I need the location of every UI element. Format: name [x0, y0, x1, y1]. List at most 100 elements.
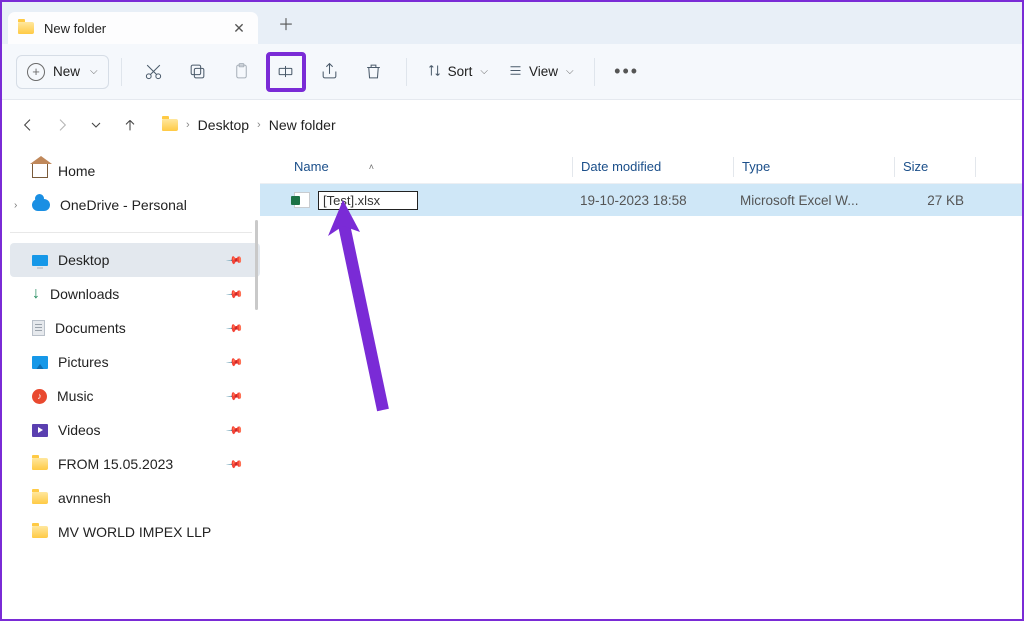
plus-icon: + — [27, 63, 45, 81]
paste-button — [222, 52, 262, 92]
breadcrumb-current[interactable]: New folder — [269, 117, 336, 133]
file-row[interactable]: [Test].xlsx 19-10-2023 18:58 Microsoft E… — [260, 184, 1022, 216]
new-label: New — [53, 64, 80, 79]
cloud-icon — [32, 199, 50, 211]
pin-icon: 📌 — [226, 353, 245, 372]
video-icon — [32, 424, 48, 437]
nav-home[interactable]: Home — [10, 154, 260, 188]
ellipsis-icon: ••• — [614, 61, 639, 82]
up-button[interactable] — [120, 115, 140, 135]
nav-item-label: Videos — [58, 422, 101, 438]
breadcrumb-desktop[interactable]: Desktop — [198, 117, 249, 133]
close-tab-button[interactable]: ✕ — [232, 21, 246, 35]
toolbar: + New ⌵ Sort ⌵ View ⌵ ••• — [2, 44, 1022, 100]
col-size[interactable]: Size — [895, 159, 975, 174]
music-icon: ♪ — [32, 389, 47, 404]
nav-folder-from[interactable]: FROM 15.05.2023 📌 — [10, 447, 260, 481]
col-size-label: Size — [903, 159, 928, 174]
col-date-modified[interactable]: Date modified — [573, 159, 733, 174]
separator — [594, 58, 595, 86]
column-headers: Name ˄ Date modified Type Size — [260, 150, 1022, 184]
nav-item-label: MV WORLD IMPEX LLP — [58, 524, 211, 540]
nav-item-label: Music — [57, 388, 94, 404]
cut-button[interactable] — [134, 52, 174, 92]
rename-input[interactable]: [Test].xlsx — [318, 191, 418, 210]
pin-icon: 📌 — [226, 319, 245, 338]
tab-bar: New folder ✕ ＋ — [2, 2, 1022, 44]
nav-folder-mvworld[interactable]: MV WORLD IMPEX LLP — [10, 515, 260, 549]
folder-icon — [162, 119, 178, 131]
nav-downloads[interactable]: ↓ Downloads 📌 — [10, 277, 260, 311]
col-type-label: Type — [742, 159, 770, 174]
separator — [406, 58, 407, 86]
view-label: View — [529, 64, 558, 79]
view-icon — [508, 63, 523, 81]
file-name-cell: [Test].xlsx — [286, 191, 572, 210]
chevron-down-icon: ⌵ — [566, 66, 574, 77]
nav-pictures[interactable]: Pictures 📌 — [10, 345, 260, 379]
share-button[interactable] — [310, 52, 350, 92]
home-icon — [32, 164, 48, 178]
nav-onedrive-label: OneDrive - Personal — [60, 197, 187, 213]
pin-icon: 📌 — [226, 285, 245, 304]
nav-item-label: Desktop — [58, 252, 109, 268]
tab-current[interactable]: New folder ✕ — [8, 12, 258, 44]
nav-home-label: Home — [58, 163, 95, 179]
folder-icon — [32, 458, 48, 470]
separator — [121, 58, 122, 86]
nav-desktop[interactable]: Desktop 📌 — [10, 243, 260, 277]
file-size: 27 KB — [892, 193, 972, 208]
sort-button[interactable]: Sort ⌵ — [419, 54, 496, 90]
folder-icon — [32, 492, 48, 504]
more-button[interactable]: ••• — [607, 52, 647, 92]
body: Home › OneDrive - Personal Desktop 📌 ↓ D… — [2, 150, 1022, 619]
rename-button[interactable] — [266, 52, 306, 92]
chevron-down-icon: ⌵ — [480, 66, 488, 77]
chevron-down-icon: ⌵ — [90, 66, 98, 77]
download-icon: ↓ — [32, 286, 40, 302]
new-button[interactable]: + New ⌵ — [16, 55, 109, 89]
breadcrumb[interactable]: › Desktop › New folder — [162, 117, 336, 133]
folder-icon — [18, 22, 34, 34]
file-list: Name ˄ Date modified Type Size [Test].xl… — [260, 150, 1022, 619]
sort-label: Sort — [448, 64, 473, 79]
chevron-right-icon: › — [257, 119, 261, 131]
nav-folder-avnnesh[interactable]: avnnesh — [10, 481, 260, 515]
forward-button — [52, 115, 72, 135]
col-type[interactable]: Type — [734, 159, 894, 174]
col-divider[interactable] — [975, 157, 976, 177]
divider — [10, 232, 252, 233]
col-name-label: Name — [294, 159, 329, 174]
back-button[interactable] — [18, 115, 38, 135]
desktop-icon — [32, 255, 48, 266]
pin-icon: 📌 — [226, 387, 245, 406]
nav-music[interactable]: ♪ Music 📌 — [10, 379, 260, 413]
pin-icon: 📌 — [226, 455, 245, 474]
col-name[interactable]: Name ˄ — [286, 159, 572, 174]
pictures-icon — [32, 356, 48, 369]
nav-item-label: Documents — [55, 320, 126, 336]
expand-icon[interactable]: › — [14, 200, 17, 211]
nav-item-label: avnnesh — [58, 490, 111, 506]
navigation-pane: Home › OneDrive - Personal Desktop 📌 ↓ D… — [2, 150, 260, 619]
file-type: Microsoft Excel W... — [732, 193, 892, 208]
address-bar: › Desktop › New folder — [2, 100, 1022, 150]
nav-documents[interactable]: Documents 📌 — [10, 311, 260, 345]
view-button[interactable]: View ⌵ — [500, 54, 582, 90]
nav-videos[interactable]: Videos 📌 — [10, 413, 260, 447]
folder-icon — [32, 526, 48, 538]
tab-title: New folder — [44, 21, 222, 36]
pin-icon: 📌 — [226, 251, 245, 270]
sort-icon — [427, 63, 442, 81]
pin-icon: 📌 — [226, 421, 245, 440]
delete-button[interactable] — [354, 52, 394, 92]
copy-button[interactable] — [178, 52, 218, 92]
sort-asc-icon: ˄ — [369, 162, 374, 172]
nav-onedrive[interactable]: › OneDrive - Personal — [10, 188, 260, 222]
nav-item-label: FROM 15.05.2023 — [58, 456, 173, 472]
new-tab-button[interactable]: ＋ — [270, 7, 302, 39]
annotation-arrow — [328, 200, 408, 425]
recent-locations-button[interactable] — [86, 115, 106, 135]
excel-icon — [294, 192, 310, 208]
file-date-modified: 19-10-2023 18:58 — [572, 193, 732, 208]
